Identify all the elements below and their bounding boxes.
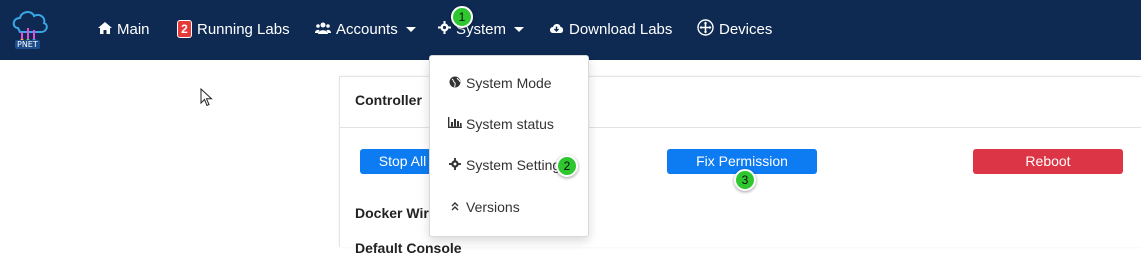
top-navbar: PNET Main 2 Running Labs Accounts System… [0,0,1141,60]
menu-item-versions[interactable]: Versions [448,197,520,217]
home-icon [98,21,112,37]
angle-double-up-icon [448,200,462,214]
nav-download-labs[interactable]: Download Labs [549,18,672,40]
chevron-down-icon [514,26,525,32]
step-marker-2: 2 [556,155,578,177]
devices-icon [697,19,714,39]
nav-main-label: Main [117,20,150,38]
nav-download-labs-label: Download Labs [569,20,673,38]
default-console-label: Default Console [355,240,462,256]
step-marker-1: 1 [451,6,473,28]
mouse-cursor-icon [200,88,213,107]
system-dropdown-menu: System Mode System status System Setting… [429,55,589,237]
users-icon [315,22,331,37]
panel-title: Controller [355,92,422,108]
nav-accounts[interactable]: Accounts [315,18,416,40]
running-labs-count-badge: 2 [177,20,192,38]
nav-accounts-label: Accounts [336,20,398,38]
menu-item-system-settings[interactable]: System Settings [448,155,567,175]
menu-item-system-mode[interactable]: System Mode [448,73,552,93]
menu-item-system-mode-label: System Mode [466,75,552,91]
nav-devices-label: Devices [719,20,773,38]
nav-running-labs[interactable]: 2 Running Labs [177,18,290,40]
menu-item-system-settings-label: System Settings [466,157,568,173]
chevron-down-icon [405,26,416,32]
reboot-button[interactable]: Reboot [973,149,1123,174]
gear-icon [438,21,451,37]
bar-chart-icon [448,117,462,131]
nav-main[interactable]: Main [98,18,150,40]
step-marker-3: 3 [734,169,756,191]
logo-text: PNET [15,40,40,49]
nav-devices[interactable]: Devices [697,18,772,40]
nav-running-labs-label: Running Labs [197,20,290,38]
menu-item-versions-label: Versions [466,199,520,215]
globe-icon [448,76,462,91]
gear-icon [448,157,462,173]
menu-item-system-status-label: System status [466,116,554,132]
cloud-download-icon [549,22,564,37]
menu-item-system-status[interactable]: System status [448,114,554,134]
